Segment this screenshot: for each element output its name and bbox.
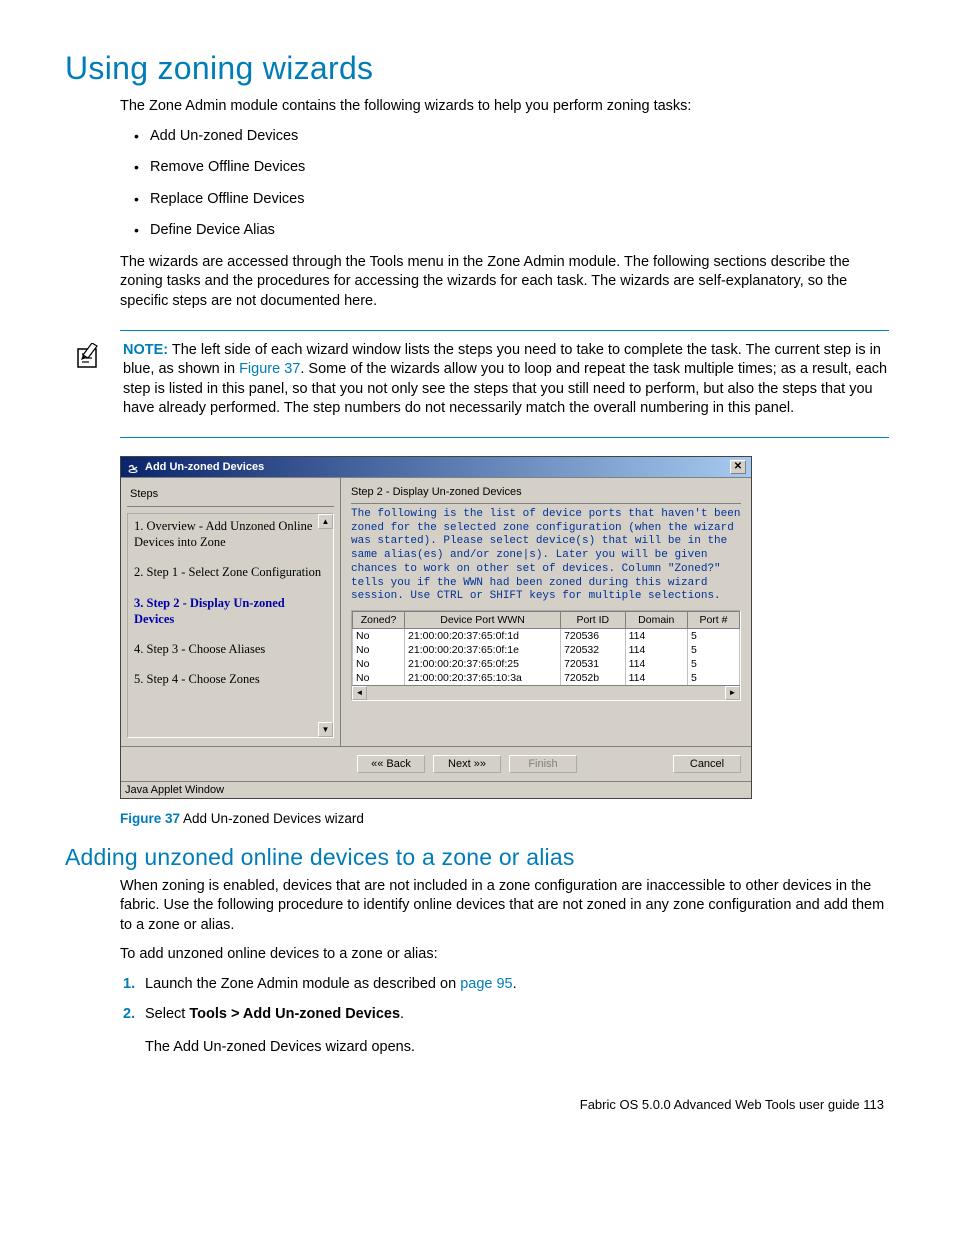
step-item[interactable]: 1. Overview - Add Unzoned Online Devices… — [134, 518, 327, 551]
close-icon[interactable]: ✕ — [730, 460, 746, 474]
step-text-before: Select — [145, 1006, 189, 1022]
step-number: 1. — [123, 975, 135, 995]
list-item: 2. Select Tools > Add Un-zoned Devices. — [145, 1005, 889, 1025]
note-text: NOTE: The left side of each wizard windo… — [115, 341, 889, 419]
device-table[interactable]: Zoned? Device Port WWN Port ID Domain Po… — [352, 611, 740, 685]
divider — [120, 330, 889, 331]
divider — [120, 437, 889, 438]
wizard-button-bar: «« Back Next »» Finish Cancel — [121, 746, 751, 781]
steps-list[interactable]: ▲ 1. Overview - Add Unzoned Online Devic… — [127, 513, 334, 738]
table-row[interactable]: No21:00:00:20:37:65:0f:1e7205321145 — [353, 643, 740, 657]
paragraph: To add unzoned online devices to a zone … — [65, 945, 889, 965]
note-icon — [75, 343, 105, 374]
col-domain[interactable]: Domain — [625, 612, 687, 629]
procedure-list: 1. Launch the Zone Admin module as descr… — [65, 975, 889, 1024]
wizard-list: Add Un-zoned Devices Remove Offline Devi… — [65, 127, 889, 241]
list-item: Replace Offline Devices — [150, 190, 889, 210]
figure-link[interactable]: Figure 37 — [239, 361, 300, 377]
figure-screenshot: Add Un-zoned Devices ✕ Steps ▲ 1. Overvi… — [65, 456, 889, 826]
cancel-button[interactable]: Cancel — [673, 755, 741, 773]
col-portid[interactable]: Port ID — [561, 612, 626, 629]
col-wwn[interactable]: Device Port WWN — [405, 612, 561, 629]
back-button[interactable]: «« Back — [357, 755, 425, 773]
step-item[interactable]: 4. Step 3 - Choose Aliases — [134, 641, 327, 657]
page-footer: Fabric OS 5.0.0 Advanced Web Tools user … — [65, 1097, 889, 1112]
scroll-down-icon[interactable]: ▼ — [318, 722, 333, 737]
step-text-after: . — [513, 976, 517, 992]
figure-number: Figure 37 — [120, 811, 180, 826]
note-label: NOTE: — [123, 342, 168, 358]
step-text-before: Launch the Zone Admin module as describe… — [145, 976, 460, 992]
step-item[interactable]: 5. Step 4 - Choose Zones — [134, 671, 327, 687]
step-number: 2. — [123, 1005, 135, 1025]
scroll-up-icon[interactable]: ▲ — [318, 514, 333, 529]
wizard-steps-panel: Steps ▲ 1. Overview - Add Unzoned Online… — [121, 478, 341, 746]
section-heading: Using zoning wizards — [65, 50, 889, 87]
list-item: Remove Offline Devices — [150, 158, 889, 178]
status-bar: Java Applet Window — [121, 781, 751, 798]
col-zoned[interactable]: Zoned? — [353, 612, 405, 629]
intro-paragraph: The Zone Admin module contains the follo… — [65, 97, 889, 117]
scroll-right-icon[interactable]: ► — [725, 686, 740, 700]
figure-caption: Figure 37 Add Un-zoned Devices wizard — [120, 811, 889, 826]
subsection-heading: Adding unzoned online devices to a zone … — [65, 844, 889, 871]
horizontal-scrollbar[interactable]: ◄ ► — [352, 685, 740, 700]
paragraph: When zoning is enabled, devices that are… — [65, 877, 889, 936]
device-table-container: Zoned? Device Port WWN Port ID Domain Po… — [351, 610, 741, 701]
finish-button: Finish — [509, 755, 577, 773]
steps-label: Steps — [127, 486, 334, 507]
next-button[interactable]: Next »» — [433, 755, 501, 773]
step-text-after: . — [400, 1006, 404, 1022]
list-item: Add Un-zoned Devices — [150, 127, 889, 147]
wizard-titlebar: Add Un-zoned Devices ✕ — [121, 457, 751, 477]
table-header-row: Zoned? Device Port WWN Port ID Domain Po… — [353, 612, 740, 629]
figure-title: Add Un-zoned Devices wizard — [180, 811, 364, 826]
list-item: 1. Launch the Zone Admin module as descr… — [145, 975, 889, 995]
step-item[interactable]: 2. Step 1 - Select Zone Configuration — [134, 564, 327, 580]
wizard-title-text: Add Un-zoned Devices — [145, 461, 264, 473]
page-link[interactable]: page 95 — [460, 976, 512, 992]
paragraph: The Add Un-zoned Devices wizard opens. — [65, 1039, 889, 1055]
list-item: Define Device Alias — [150, 221, 889, 241]
wizard-content-panel: Step 2 - Display Un-zoned Devices The fo… — [341, 478, 751, 746]
table-row[interactable]: No21:00:00:20:37:65:10:3a72052b1145 — [353, 671, 740, 685]
col-portnum[interactable]: Port # — [687, 612, 739, 629]
wizard-window: Add Un-zoned Devices ✕ Steps ▲ 1. Overvi… — [120, 456, 752, 799]
scroll-left-icon[interactable]: ◄ — [352, 686, 367, 700]
menu-path: Tools > Add Un-zoned Devices — [189, 1006, 400, 1022]
java-cup-icon — [126, 460, 140, 474]
step-item-current[interactable]: 3. Step 2 - Display Un-zoned Devices — [134, 595, 327, 628]
table-row[interactable]: No21:00:00:20:37:65:0f:1d7205361145 — [353, 629, 740, 644]
note-block: NOTE: The left side of each wizard windo… — [65, 341, 889, 419]
intro-paragraph-2: The wizards are accessed through the Too… — [65, 253, 889, 312]
table-row[interactable]: No21:00:00:20:37:65:0f:257205311145 — [353, 657, 740, 671]
wizard-step-title: Step 2 - Display Un-zoned Devices — [351, 486, 741, 504]
wizard-description: The following is the list of device port… — [351, 508, 741, 604]
